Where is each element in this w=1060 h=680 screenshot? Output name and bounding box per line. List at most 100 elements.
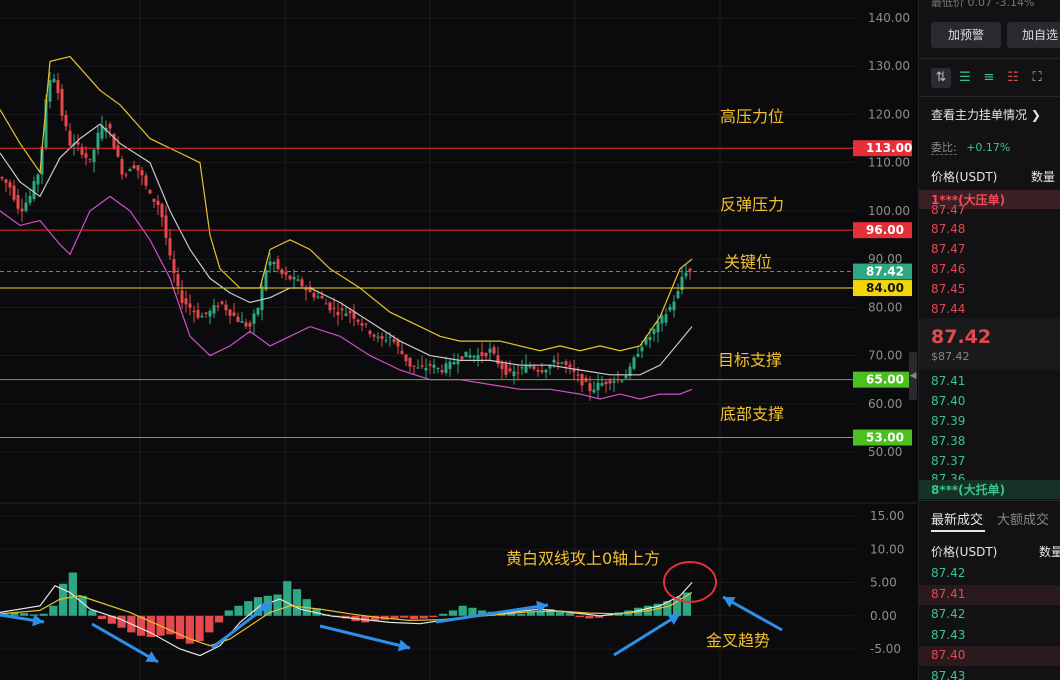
macd-bar [234,605,243,616]
divider [919,500,1060,501]
bids-view-icon[interactable]: ☰ [955,68,975,88]
candle-body [388,336,392,338]
golden-cross-annotation: 金叉趋势 [706,631,770,650]
candle-body [248,322,252,327]
candle-body [636,353,640,357]
candle-body [140,170,144,176]
add-watchlist-button[interactable]: 加自选 [1007,22,1060,48]
ask-row[interactable]: 87.45 [931,282,965,296]
candle-body [236,316,240,323]
candle-body [28,196,32,203]
candle-body [536,369,540,372]
candle-body [192,310,196,313]
macd-dea-line [0,591,693,647]
kline-chart[interactable]: 140.00130.00120.00110.00100.0090.0080.00… [0,0,917,680]
candle-body [496,355,500,364]
macd-bar [439,613,448,616]
tab-latest-trades[interactable]: 最新成交 [931,513,983,528]
macd-bar [283,581,292,616]
ask-row[interactable]: 87.48 [931,222,965,236]
candle-body [300,279,304,287]
macd-tick-label: 0.00 [870,609,897,623]
collapse-panel-handle[interactable]: ◀ [909,352,917,400]
candle-body [504,363,508,375]
candle-body [240,321,244,323]
candle-body [424,368,428,371]
candle-body [476,355,480,360]
candle-body [108,124,112,129]
candle-body [408,357,412,367]
view-major-orders-link[interactable]: 查看主力挂单情况 ❯ [931,106,1041,123]
level-113-annotation: 高压力位 [720,107,784,126]
candle-body [200,315,204,318]
candle-body [180,290,184,303]
candle-body [632,357,636,369]
candle-body [528,365,532,368]
asks-only-icon[interactable]: ☷ [1003,68,1023,88]
macd-bar [390,615,399,619]
level-65-annotation: 目标支撑 [718,351,782,370]
bid-row[interactable]: 87.41 [931,374,965,388]
ratio-label: 委比: [931,141,957,155]
level-87-annotation: 关键位 [724,253,772,272]
ask-row[interactable]: 87.47 [931,242,965,256]
ask-row[interactable]: 87.46 [931,262,965,276]
price-tick-label: 50.00 [868,445,902,459]
large-bid-label: 8***(大托单) [931,483,1006,497]
candle-body [24,202,28,211]
candle-body [284,272,288,275]
candle-body [144,175,148,186]
candle-body [480,352,484,357]
ask-row[interactable]: 87.44 [931,302,965,316]
candle-body [260,286,264,311]
candle-body [252,313,256,324]
candle-body [660,315,664,324]
candle-body [652,328,656,334]
candle-body [596,382,600,391]
candle-body [120,159,124,175]
expand-icon[interactable]: ⛶ [1027,68,1047,88]
candle-body [372,334,376,337]
level-113-tag-text: 113.00 [866,141,912,155]
candle-body [172,259,176,273]
trade-row: 87.43 [931,668,966,680]
bid-row[interactable]: 87.37 [931,454,965,468]
candle-body [620,380,624,382]
candle-body [640,346,644,352]
candle-body [484,353,488,357]
chart-area[interactable]: 140.00 130.00 120.00 110.00 100.00 90.00 80.00… [0,0,917,680]
add-alert-button[interactable]: 加预警 [931,22,1001,48]
ask-row[interactable]: 87.47 [931,203,965,217]
bid-row[interactable]: 87.40 [931,394,965,408]
candle-body [20,208,24,212]
both-sides-view-icon[interactable]: ⇅ [931,68,951,88]
large-bid-row[interactable]: 8***(大托单) [919,480,1060,499]
macd-bar [39,613,48,616]
candle-body [256,308,260,315]
tab-large-trades[interactable]: 大额成交 [997,513,1049,528]
candle-body [188,303,192,308]
candle-body [356,319,360,322]
candle-body [604,381,608,385]
level-87-tag-text: 87.42 [866,265,904,279]
orderbook-header: 价格(USDT) 数量 [931,168,1060,185]
level-96-tag-text: 96.00 [866,223,904,237]
bid-row[interactable]: 87.36 [931,472,965,480]
candle-body [148,190,152,194]
price-tick-label: 120.00 [868,107,910,121]
macd-tick-label: 5.00 [870,576,897,590]
level-84-tag-text: 84.00 [866,281,904,295]
candle-body [84,153,88,158]
candle-body [304,288,308,291]
candle-body [176,274,180,287]
candle-body [412,365,416,367]
candle-body [228,309,232,316]
macd-bar [195,615,204,642]
trade-row: 87.41 [931,586,966,601]
candle-body [124,174,128,176]
bids-only-icon[interactable]: ≡ [979,68,999,88]
bid-row[interactable]: 87.38 [931,434,965,448]
candle-body [600,383,604,386]
candle-body [468,355,472,358]
bid-row[interactable]: 87.39 [931,414,965,428]
